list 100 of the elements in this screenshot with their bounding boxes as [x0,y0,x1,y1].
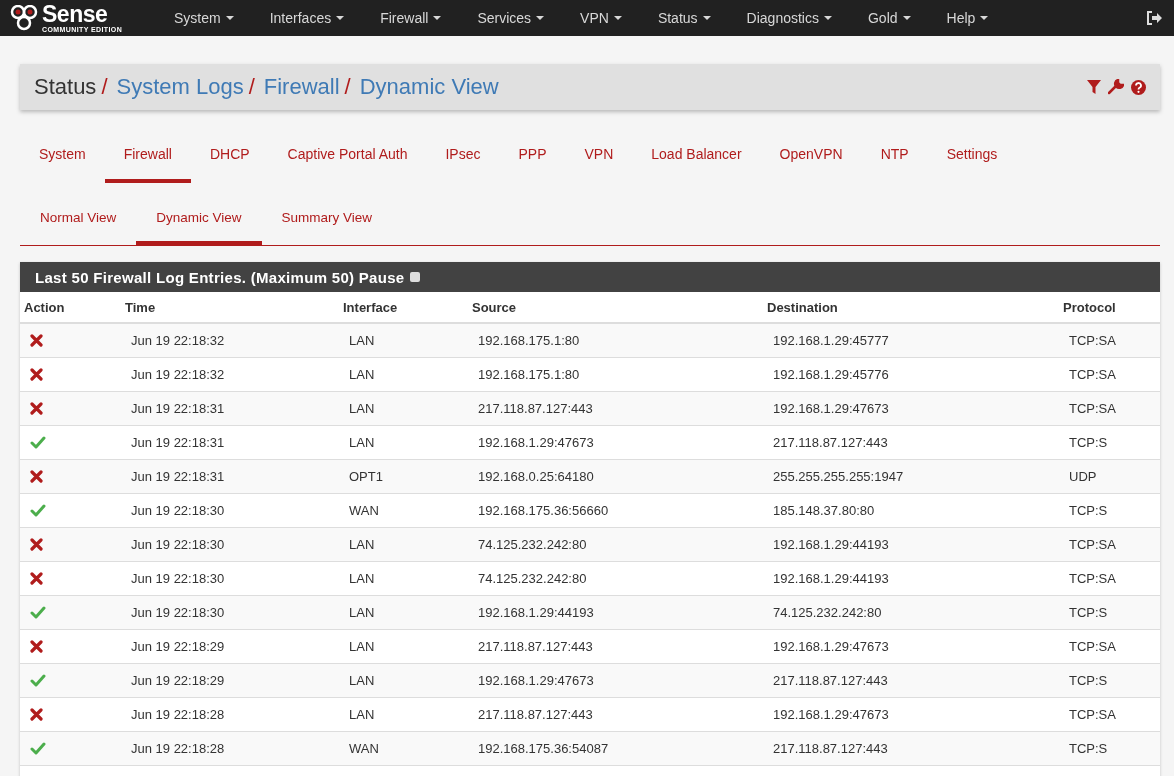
table-cell: Jun 19 22:18:32 [131,367,225,382]
table-cell: 192.168.1.29:44193 [478,605,594,620]
table-cell: 192.168.1.29:47673 [478,435,594,450]
table-cell: 217.118.87.127:443 [478,401,593,416]
log-tab[interactable]: IPsec [426,132,500,183]
caret-icon [225,16,234,20]
caret-icon [980,16,989,20]
log-tab[interactable]: DHCP [190,132,269,183]
table-cell: 217.118.87.127:443 [773,435,888,450]
help-icon[interactable] [1131,79,1146,95]
table-cell: LAN [349,401,375,416]
table-cell: 217.118.87.127:443 [478,707,593,722]
breadcrumb-title: Status [34,74,97,100]
view-tab[interactable]: Dynamic View [136,195,262,245]
logo-icon [10,5,40,31]
table-cell: LAN [349,639,375,654]
table-cell: TCP:SA [1069,707,1116,722]
logout-icon[interactable] [1146,11,1162,25]
pause-checkbox[interactable] [409,272,420,282]
table-cell: TCP:S [1069,741,1108,756]
table-cell: WAN [349,503,379,518]
table-cell: 192.168.1.29:47673 [773,401,889,416]
log-tab[interactable]: System [20,132,105,183]
caret-icon [433,16,442,20]
table-cell: TCP:S [1069,503,1108,518]
table-cell: Jun 19 22:18:30 [131,605,225,620]
table-cell: 192.168.175.1:80 [478,367,580,382]
table-cell: 74.125.232.242:80 [478,537,587,552]
table-cell: TCP:SA [1069,639,1116,654]
nav-menu[interactable]: Diagnostics [734,10,844,26]
table-cell: LAN [349,707,375,722]
table-cell: TCP:SA [1069,367,1116,382]
breadcrumb-link[interactable]: Dynamic View [359,74,499,100]
table-cell: 192.168.1.29:45776 [773,367,889,382]
table-cell: TCP:S [1069,435,1108,450]
nav-menu[interactable]: Help [934,10,1001,26]
panel-title: Last 50 Firewall Log Entries. (Maximum 50) Pause [35,268,405,286]
filter-icon[interactable] [1087,80,1101,94]
table-cell: TCP:S [1069,605,1108,620]
logo-wordmark: Sense [42,3,109,26]
table-cell: 217.118.87.127:443 [773,741,888,756]
table-cell: Jun 19 22:18:30 [131,571,225,586]
table-cell: LAN [349,367,375,382]
table-cell: 192.168.1.29:45777 [773,333,889,348]
log-tab[interactable]: PPP [499,132,566,183]
table-cell: OPT1 [349,469,383,484]
log-tab[interactable]: Captive Portal Auth [268,132,427,183]
table-cell: 217.118.87.127:443 [773,673,888,688]
log-tab[interactable]: Load Balancer [632,132,761,183]
table-cell: TCP:SA [1069,401,1116,416]
log-tab[interactable]: Settings [927,132,1017,183]
nav-menu[interactable]: Services [465,10,557,26]
table-cell: 192.168.175.1:80 [478,333,580,348]
breadcrumb-separator: / [101,74,108,100]
wrench-icon[interactable] [1108,79,1124,95]
table-cell: Jun 19 22:18:32 [131,333,225,348]
table-cell: 192.168.0.25:64180 [478,469,594,484]
table-cell: WAN [349,741,379,756]
table-cell: TCP:SA [1069,571,1116,586]
table-cell: UDP [1069,469,1097,484]
table-cell: LAN [349,333,375,348]
nav-menu[interactable]: VPN [568,10,634,26]
nav-menu[interactable]: System [162,10,246,26]
table-cell: 217.118.87.127:443 [478,639,593,654]
caret-icon [702,16,711,20]
table-cell: 192.168.1.29:47673 [773,639,889,654]
table-cell: Jun 19 22:18:29 [131,673,225,688]
table-cell: 192.168.1.29:47673 [773,707,889,722]
table-cell: LAN [349,571,375,586]
breadcrumb-link[interactable]: Firewall [263,74,340,100]
log-tab[interactable]: VPN [565,132,633,183]
table-cell: Jun 19 22:18:28 [131,707,225,722]
table-cell: Jun 19 22:18:29 [131,639,225,654]
table-cell: LAN [349,537,375,552]
table-cell: Jun 19 22:18:28 [131,741,225,756]
caret-icon [613,16,622,20]
table-cell: TCP:SA [1069,333,1116,348]
nav-menu[interactable]: Interfaces [257,10,357,26]
view-tab[interactable]: Normal View [20,195,137,245]
table-cell: LAN [349,435,375,450]
table-cell: LAN [349,605,375,620]
table-cell: 192.168.175.36:56660 [478,503,609,518]
table-cell: 192.168.175.36:54087 [478,741,609,756]
caret-icon [536,16,545,20]
nav-menu[interactable]: Firewall [368,10,454,26]
nav-menu[interactable]: Gold [855,10,923,26]
table-cell: 74.125.232.242:80 [478,571,587,586]
nav-menu[interactable]: Status [645,10,723,26]
view-tab[interactable]: Summary View [261,195,393,245]
breadcrumb-separator: / [248,74,255,100]
log-tab[interactable]: NTP [861,132,928,183]
table-cell: 74.125.232.242:80 [773,605,882,620]
caret-icon [336,16,345,20]
table-cell: TCP:SA [1069,537,1116,552]
log-tab[interactable]: OpenVPN [760,132,862,183]
table-cell: TCP:S [1069,673,1108,688]
table-cell: Jun 19 22:18:30 [131,503,225,518]
log-tab[interactable]: Firewall [104,132,191,183]
breadcrumb-link[interactable]: System Logs [116,74,244,100]
caret-icon [902,16,911,20]
